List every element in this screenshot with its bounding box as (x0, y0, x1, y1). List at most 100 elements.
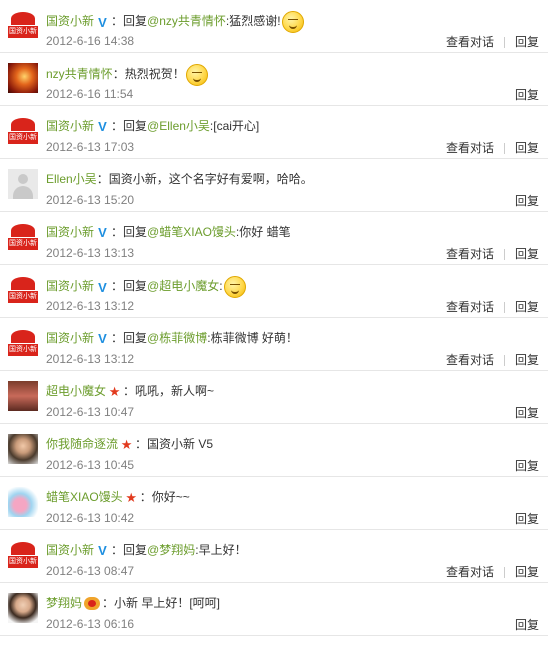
view-dialog-link[interactable]: 查看对话 (446, 35, 494, 49)
avatar[interactable]: 国资小新 (8, 540, 38, 570)
avatar[interactable] (8, 487, 38, 517)
reply-link[interactable]: 回复 (515, 565, 539, 579)
user-name[interactable]: 国资小新 (46, 119, 94, 133)
view-dialog-link[interactable]: 查看对话 (446, 141, 494, 155)
comment-time: 2012-6-13 10:47 (46, 405, 135, 419)
comment-item: 梦翔妈 ：小新 早上好！[呵呵] 2012-6-13 06:16 回复 (0, 583, 548, 636)
comment-item: 超电小魔女 ★ ：吼吼，新人啊~ 2012-6-13 10:47 回复 (0, 371, 548, 424)
action-divider (503, 37, 505, 49)
comment-item: 蜡笔XIAO馒头 ★ ：你好~~ 2012-6-13 10:42 回复 (0, 477, 548, 530)
user-name[interactable]: 超电小魔女 (46, 384, 106, 398)
reply-prefix: 回复 (123, 119, 148, 133)
comment-item: 国资小新 国资小新 V ：回复@栋菲微博:栋菲微博 好萌！ 2012-6-13 13… (0, 318, 548, 371)
view-dialog-link[interactable]: 查看对话 (446, 565, 494, 579)
avatar[interactable]: 国资小新 (8, 10, 38, 40)
reply-link[interactable]: 回复 (515, 459, 539, 473)
logo-text: 国资小新 (8, 556, 38, 568)
comment-time: 2012-6-13 06:16 (46, 617, 135, 631)
star-icon[interactable]: ★ (125, 491, 138, 504)
mention-link[interactable]: @nzy共青情怀 (147, 14, 226, 28)
mention-link[interactable]: @超电小魔女 (147, 279, 219, 293)
action-divider (503, 143, 505, 155)
action-divider (503, 249, 505, 261)
mention-link[interactable]: @Ellen小吴 (147, 119, 210, 133)
verified-icon[interactable]: V (96, 544, 109, 557)
reply-link[interactable]: 回复 (515, 353, 539, 367)
avatar[interactable] (8, 63, 38, 93)
reply-prefix: 回复 (123, 279, 148, 294)
reply-link[interactable]: 回复 (515, 618, 539, 632)
logo-text: 国资小新 (8, 344, 38, 356)
avatar[interactable]: 国资小新 (8, 222, 38, 252)
comment-time: 2012-6-13 15:20 (46, 193, 135, 207)
user-name[interactable]: 梦翔妈 (46, 596, 82, 610)
user-name[interactable]: 你我随命逐流 (46, 437, 118, 451)
comment-line: 国资小新 V ：回复@超电小魔女: (46, 276, 246, 298)
comment-time: 2012-6-13 10:45 (46, 458, 135, 472)
comment-actions: 回复 (515, 88, 539, 102)
reply-link[interactable]: 回复 (515, 247, 539, 261)
avatar[interactable] (8, 169, 38, 199)
avatar[interactable]: 国资小新 (8, 116, 38, 146)
colon-separator: ： (111, 331, 124, 345)
comment-list: 国资小新 国资小新 V ：回复@nzy共青情怀:猛烈感谢! 2012-6-16 14… (0, 0, 548, 636)
comment-line: 蜡笔XIAO馒头 ★ ：你好~~ (46, 488, 190, 506)
comment-line: 国资小新 V ：回复@梦翔妈:早上好！ (46, 541, 247, 559)
verified-icon[interactable]: V (96, 332, 109, 345)
reply-link[interactable]: 回复 (515, 512, 539, 526)
avatar[interactable] (8, 593, 38, 623)
comment-actions: 查看对话 回复 (446, 300, 539, 314)
view-dialog-link[interactable]: 查看对话 (446, 353, 494, 367)
comment-actions: 查看对话 回复 (446, 141, 539, 155)
comment-actions: 回复 (515, 194, 539, 208)
view-dialog-link[interactable]: 查看对话 (446, 300, 494, 314)
comment-text: :你好 蜡笔 (235, 225, 291, 239)
mention-link[interactable]: @梦翔妈 (147, 543, 195, 557)
star-icon[interactable]: ★ (108, 385, 121, 398)
user-name[interactable]: 国资小新 (46, 331, 94, 345)
avatar[interactable]: 国资小新 (8, 275, 38, 305)
action-divider (503, 302, 505, 314)
mention-link[interactable]: @栋菲微博 (147, 331, 207, 345)
logo-text: 国资小新 (8, 132, 38, 144)
comment-line: Ellen小吴：国资小新，这个名字好有爱啊，哈哈。 (46, 170, 313, 188)
verified-icon[interactable]: V (96, 120, 109, 133)
logo-mark (11, 277, 35, 290)
colon-separator: ： (111, 14, 124, 29)
reply-link[interactable]: 回复 (515, 194, 539, 208)
comment-item: 国资小新 国资小新 V ：回复@nzy共青情怀:猛烈感谢! 2012-6-16 14… (0, 0, 548, 53)
comment-item: nzy共青情怀：热烈祝贺！ 2012-6-16 11:54 回复 (0, 53, 548, 106)
comment-text: :[cai开心] (209, 119, 260, 133)
reply-link[interactable]: 回复 (515, 406, 539, 420)
vip-heart-icon[interactable] (84, 597, 101, 611)
star-icon[interactable]: ★ (120, 438, 133, 451)
comment-actions: 回复 (515, 512, 539, 526)
mention-link[interactable]: @蜡笔XIAO馒头 (147, 225, 236, 239)
comment-line: nzy共青情怀：热烈祝贺！ (46, 64, 208, 86)
verified-icon[interactable]: V (96, 226, 109, 239)
verified-icon[interactable]: V (96, 281, 109, 294)
comment-text: :猛烈感谢! (225, 14, 281, 29)
reply-link[interactable]: 回复 (515, 300, 539, 314)
comment-text: ：国资小新，这个名字好有爱啊，哈哈。 (96, 172, 313, 186)
view-dialog-link[interactable]: 查看对话 (446, 247, 494, 261)
comment-actions: 回复 (515, 406, 539, 420)
logo-text: 国资小新 (8, 291, 38, 303)
avatar[interactable] (8, 434, 38, 464)
reply-link[interactable]: 回复 (515, 35, 539, 49)
user-name[interactable]: nzy共青情怀 (46, 67, 113, 81)
user-name[interactable]: 国资小新 (46, 225, 94, 239)
avatar[interactable]: 国资小新 (8, 328, 38, 358)
reply-link[interactable]: 回复 (515, 141, 539, 155)
comment-item: 你我随命逐流 ★ ：国资小新 V5 2012-6-13 10:45 回复 (0, 424, 548, 477)
user-name[interactable]: 国资小新 (46, 543, 94, 557)
user-name[interactable]: 国资小新 (46, 14, 94, 28)
user-name[interactable]: 国资小新 (46, 279, 94, 293)
avatar[interactable] (8, 381, 38, 411)
user-name[interactable]: 蜡笔XIAO馒头 (46, 490, 123, 504)
comment-actions: 回复 (515, 618, 539, 632)
smiley-emoji-icon (281, 11, 304, 33)
verified-icon[interactable]: V (96, 16, 109, 29)
user-name[interactable]: Ellen小吴 (46, 172, 97, 186)
reply-link[interactable]: 回复 (515, 88, 539, 102)
